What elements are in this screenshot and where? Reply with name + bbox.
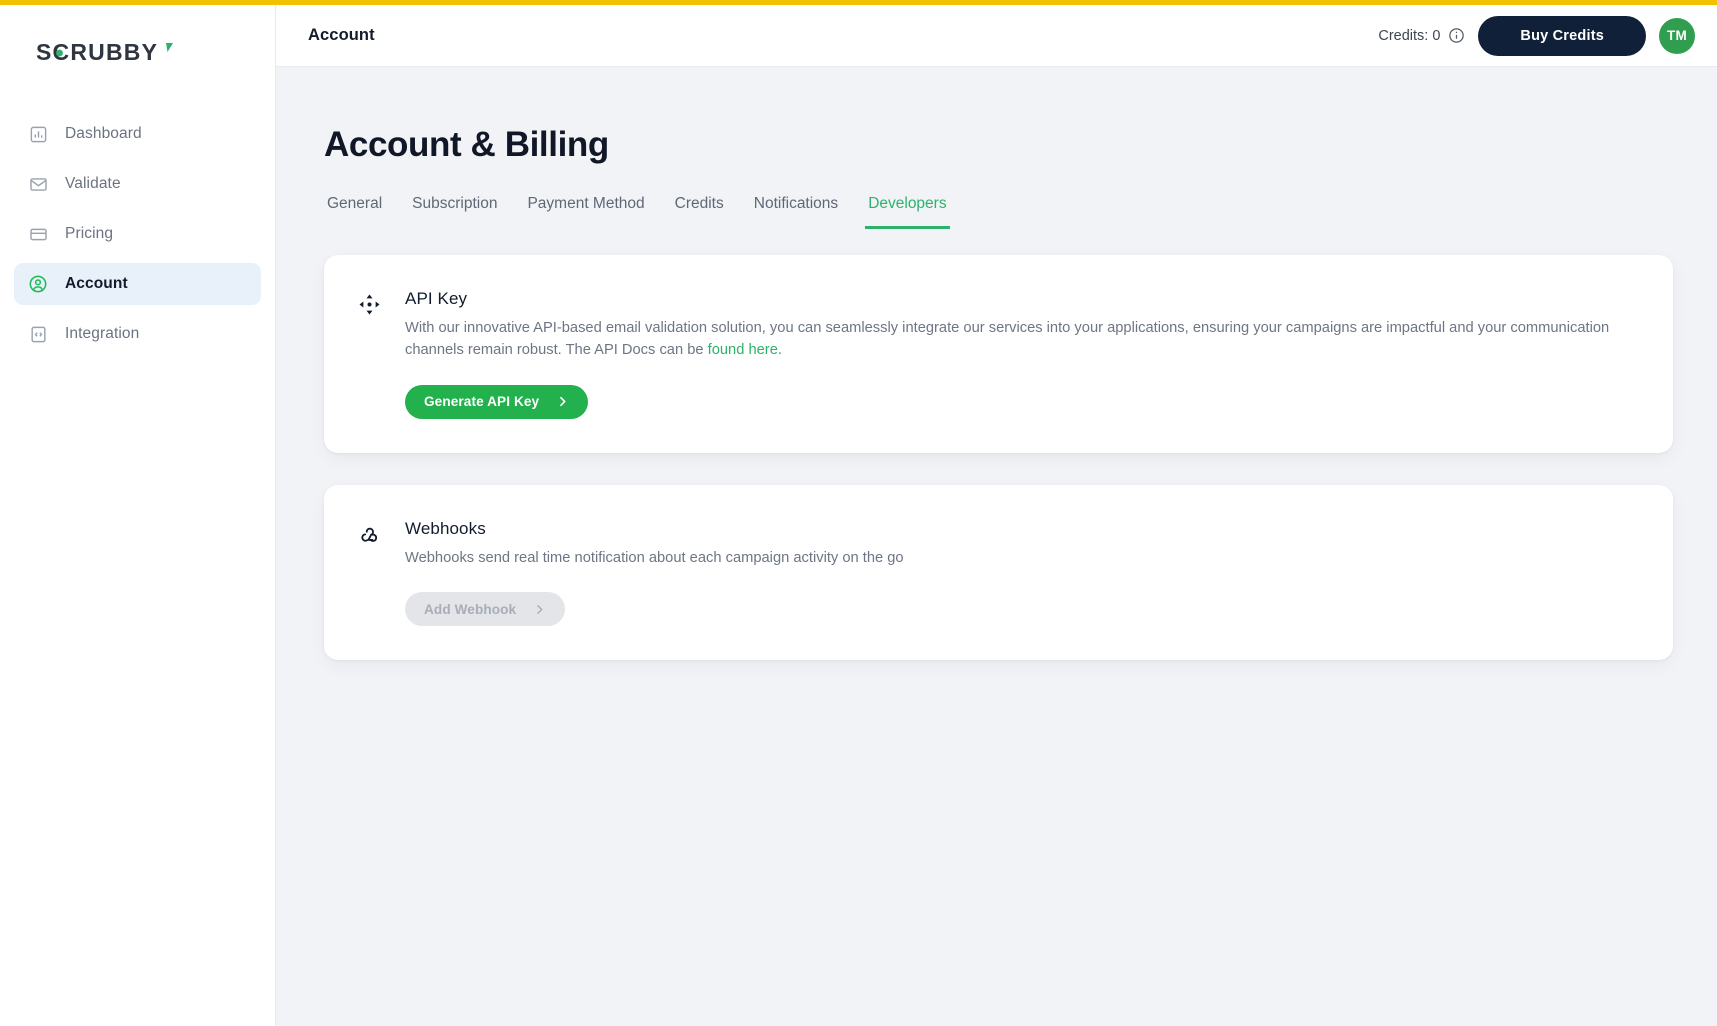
api-key-title: API Key bbox=[405, 289, 468, 308]
tab-subscription[interactable]: Subscription bbox=[409, 195, 500, 229]
tab-credits[interactable]: Credits bbox=[672, 195, 727, 229]
main-area: Account Credits: 0 Buy Credits TM Accoun… bbox=[276, 5, 1717, 1026]
credits-display: Credits: 0 bbox=[1378, 27, 1465, 44]
svg-text:SCRUBBY: SCRUBBY bbox=[36, 40, 158, 65]
code-brackets-icon bbox=[28, 324, 48, 344]
tab-developers[interactable]: Developers bbox=[865, 195, 950, 229]
api-key-card-row: API Key With our innovative API-based em… bbox=[358, 289, 1637, 419]
generate-api-key-label: Generate API Key bbox=[424, 394, 540, 409]
envelope-icon bbox=[28, 174, 48, 194]
sidebar-item-label: Validate bbox=[65, 175, 121, 192]
api-key-description-text: With our innovative API-based email vali… bbox=[405, 320, 1610, 358]
api-key-card-body: API Key With our innovative API-based em… bbox=[405, 289, 1637, 419]
sidebar: SCRUBBY Dashboard Validate Pricing Accou… bbox=[0, 5, 276, 1026]
add-webhook-button[interactable]: Add Webhook bbox=[405, 592, 566, 627]
sidebar-item-label: Integration bbox=[65, 325, 140, 342]
bar-chart-icon bbox=[28, 124, 48, 144]
content-area: Account & Billing General Subscription P… bbox=[276, 67, 1717, 1026]
app-logo[interactable]: SCRUBBY bbox=[0, 31, 275, 75]
webhooks-card-body: Webhooks Webhooks send real time notific… bbox=[405, 519, 1637, 627]
sidebar-item-dashboard[interactable]: Dashboard bbox=[14, 113, 261, 155]
topbar-actions: Credits: 0 Buy Credits TM bbox=[1378, 15, 1695, 56]
page-context-title: Account bbox=[308, 26, 375, 44]
sidebar-item-account[interactable]: Account bbox=[14, 263, 261, 305]
credit-card-icon bbox=[28, 224, 48, 244]
app-root: SCRUBBY Dashboard Validate Pricing Accou… bbox=[0, 0, 1717, 1026]
webhook-icon bbox=[358, 523, 382, 547]
tab-general[interactable]: General bbox=[324, 195, 385, 229]
api-docs-link[interactable]: found here bbox=[708, 342, 778, 358]
chevron-right-icon bbox=[556, 395, 569, 408]
sidebar-item-label: Pricing bbox=[65, 225, 114, 242]
info-icon[interactable] bbox=[1448, 27, 1465, 44]
chevron-right-icon bbox=[533, 603, 546, 616]
sidebar-nav: Dashboard Validate Pricing Account Integ… bbox=[0, 113, 275, 355]
topbar: Account Credits: 0 Buy Credits TM bbox=[276, 5, 1717, 67]
tab-notifications[interactable]: Notifications bbox=[751, 195, 841, 229]
add-webhook-label: Add Webhook bbox=[424, 601, 517, 617]
avatar[interactable]: TM bbox=[1659, 17, 1695, 54]
api-key-description: With our innovative API-based email vali… bbox=[405, 318, 1637, 362]
sidebar-item-integration[interactable]: Integration bbox=[14, 313, 261, 355]
sidebar-item-validate[interactable]: Validate bbox=[14, 163, 261, 205]
buy-credits-button[interactable]: Buy Credits bbox=[1478, 15, 1646, 56]
sidebar-item-label: Dashboard bbox=[65, 125, 142, 142]
api-key-card: API Key With our innovative API-based em… bbox=[324, 255, 1673, 453]
tab-payment-method[interactable]: Payment Method bbox=[524, 195, 647, 229]
api-key-description-tail: . bbox=[777, 341, 782, 358]
webhooks-card-row: Webhooks Webhooks send real time notific… bbox=[358, 519, 1637, 627]
credits-label: Credits: 0 bbox=[1378, 27, 1441, 44]
page-title: Account & Billing bbox=[324, 125, 609, 164]
webhooks-title: Webhooks bbox=[405, 518, 486, 538]
user-circle-icon bbox=[28, 274, 48, 294]
sidebar-item-pricing[interactable]: Pricing bbox=[14, 213, 261, 255]
api-move-icon bbox=[358, 293, 382, 317]
account-tabs: General Subscription Payment Method Cred… bbox=[324, 195, 1673, 229]
webhooks-card: Webhooks Webhooks send real time notific… bbox=[324, 484, 1673, 661]
webhooks-description: Webhooks send real time notification abo… bbox=[405, 549, 904, 566]
generate-api-key-button[interactable]: Generate API Key bbox=[405, 384, 589, 419]
sidebar-item-label: Account bbox=[65, 275, 128, 292]
